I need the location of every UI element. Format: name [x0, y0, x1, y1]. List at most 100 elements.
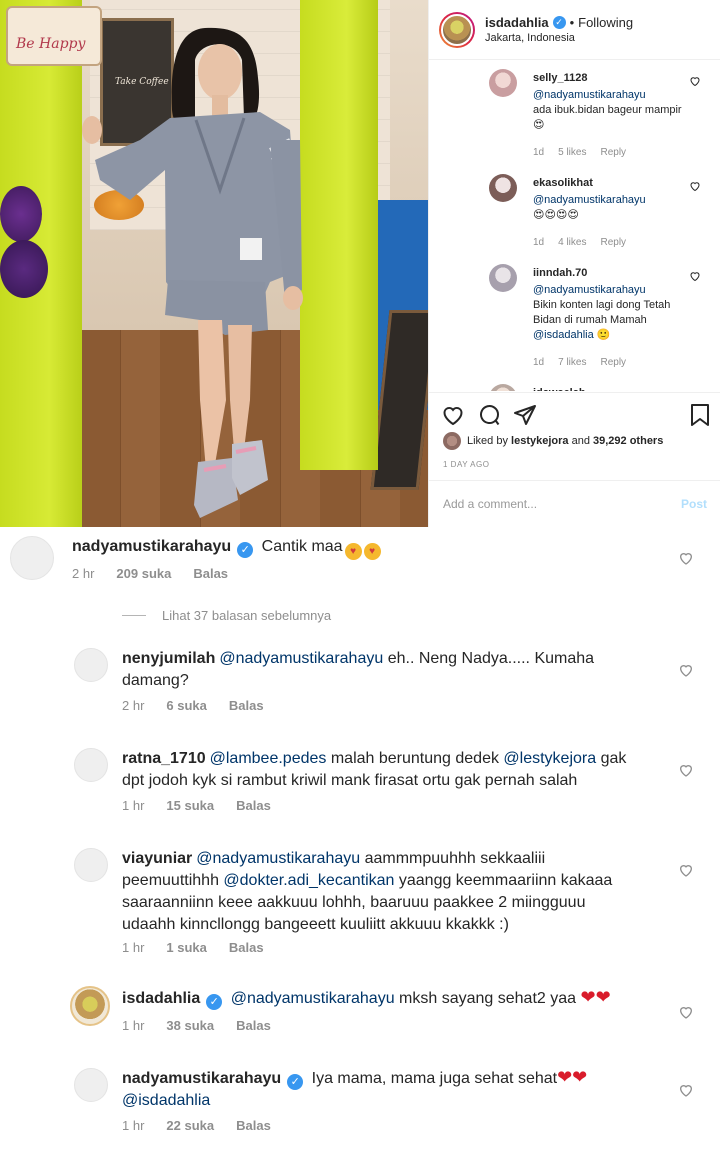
heart-icon[interactable] — [678, 550, 694, 566]
mention-link[interactable]: @nadyamustikarahayu — [533, 194, 646, 206]
comment-time[interactable]: 1d — [533, 145, 544, 160]
view-previous-replies-link[interactable]: Lihat 37 balasan sebelumnya — [122, 608, 331, 623]
comment-meta: 1 hr 15 suka Balas — [122, 798, 293, 813]
commenter-username[interactable]: idawaelah — [533, 386, 691, 391]
verified-icon: ✓ — [287, 1074, 304, 1090]
comment-text: mksh sayang sehat2 yaa — [394, 990, 581, 1007]
comment-time[interactable]: 1d — [533, 355, 544, 370]
author-avatar[interactable] — [439, 11, 475, 48]
mention-link[interactable]: @nadyamustikarahayu — [533, 284, 646, 296]
reply-button[interactable]: Balas — [229, 698, 264, 713]
comment-time[interactable]: 1 hr — [122, 940, 144, 955]
reply-button[interactable]: Balas — [193, 566, 228, 581]
heart-icon[interactable] — [689, 270, 701, 282]
heart-icon[interactable] — [689, 180, 701, 192]
bookmark-icon[interactable] — [689, 403, 711, 427]
reply-button[interactable]: Reply — [600, 145, 626, 160]
comment-likes[interactable]: 209 suka — [116, 566, 171, 581]
liked-by-count[interactable]: 39,292 others — [593, 435, 663, 447]
commenter-avatar[interactable] — [74, 848, 108, 882]
mention-link[interactable]: @nadyamustikarahayu — [219, 650, 383, 667]
comment-likes[interactable]: 38 suka — [166, 1018, 214, 1033]
liker-avatar[interactable] — [443, 432, 461, 450]
commenter-avatar[interactable] — [489, 264, 517, 292]
reply-button[interactable]: Balas — [236, 1118, 271, 1133]
comment-time[interactable]: 2 hr — [72, 566, 94, 581]
commenter-avatar[interactable] — [74, 1068, 108, 1102]
comment-likes[interactable]: 4 likes — [558, 235, 586, 250]
comment-likes[interactable]: 7 likes — [558, 355, 586, 370]
commenter-username[interactable]: nenyjumilah — [122, 650, 215, 667]
mention-link[interactable]: @lambee.pedes — [210, 750, 327, 767]
mention-link[interactable]: @nadyamustikarahayu — [231, 990, 395, 1007]
following-button[interactable]: Following — [578, 15, 633, 30]
comment-likes[interactable]: 5 likes — [558, 145, 586, 160]
comment-likes[interactable]: 1 suka — [166, 940, 206, 955]
reply-button[interactable]: Reply — [600, 235, 626, 250]
reply-button[interactable]: Balas — [229, 940, 264, 955]
side-comment: selly_1128 @nadyamustikarahayu ada ibuk.… — [429, 61, 720, 160]
post-comment-button[interactable]: Post — [681, 497, 707, 511]
mention-link[interactable]: @isdadahlia — [533, 329, 594, 341]
commenter-username[interactable]: selly_1128 — [533, 71, 691, 86]
mention-link[interactable]: @nadyamustikarahayu — [533, 89, 646, 101]
thread-reply: viayuniar @nadyamustikarahayu aammmpuuhhh… — [0, 846, 720, 966]
like-heart-icon[interactable] — [441, 403, 465, 427]
commenter-avatar[interactable] — [489, 69, 517, 97]
comment-text: 😍😍😍😍 — [533, 209, 579, 221]
commenter-avatar[interactable] — [10, 536, 54, 580]
mention-link[interactable]: @dokter.adi_kecantikan — [223, 872, 394, 889]
commenter-username[interactable]: iinndah.70 — [533, 266, 691, 281]
comment-text: Bikin konten lagi dong Tetah Bidan di ru… — [533, 299, 671, 326]
commenter-username[interactable]: ekasolikhat — [533, 176, 691, 191]
comment-time[interactable]: 1 hr — [122, 1118, 144, 1133]
comment-likes[interactable]: 22 suka — [166, 1118, 214, 1133]
commenter-username[interactable]: nadyamustikarahayu — [122, 1070, 281, 1087]
commenter-username[interactable]: viayuniar — [122, 850, 192, 867]
author-username[interactable]: isdadahlia — [485, 15, 549, 30]
commenter-avatar[interactable] — [74, 748, 108, 782]
heart-icon[interactable] — [678, 1004, 694, 1020]
commenter-username[interactable]: isdadahlia — [122, 990, 200, 1007]
heart-icon[interactable] — [678, 862, 694, 878]
side-comment: iinndah.70 @nadyamustikarahayu Bikin kon… — [429, 250, 720, 370]
heart-eyes-emoji-icon: ♥ — [363, 543, 381, 560]
comment-time[interactable]: 1 hr — [122, 1018, 144, 1033]
photo-woman-figure — [82, 27, 303, 518]
view-replies-label[interactable]: Lihat 37 balasan sebelumnya — [162, 608, 331, 623]
commenter-username[interactable]: nadyamustikarahayu — [72, 538, 231, 555]
heart-icon[interactable] — [678, 1082, 694, 1098]
mention-link[interactable]: @nadyamustikarahayu — [196, 850, 360, 867]
commenter-avatar[interactable] — [74, 648, 108, 682]
comment-time[interactable]: 1d — [533, 235, 544, 250]
heart-icon[interactable] — [678, 662, 694, 678]
mention-link[interactable]: @isdadahlia — [122, 1092, 210, 1109]
post-photo[interactable]: Take Coffee Be Happy — [0, 0, 428, 527]
post-location[interactable]: Jakarta, Indonesia — [485, 32, 633, 44]
comment-text: malah beruntung dedek — [326, 750, 504, 767]
comment-time[interactable]: 2 hr — [122, 698, 144, 713]
comments-scroll-area[interactable]: selly_1128 @nadyamustikarahayu ada ibuk.… — [429, 61, 720, 391]
reply-button[interactable]: Balas — [236, 1018, 271, 1033]
heart-icon[interactable] — [689, 390, 701, 391]
commenter-username[interactable]: ratna_1710 — [122, 750, 206, 767]
comment-body: ratna_1710 @lambee.pedes malah beruntung … — [122, 748, 682, 792]
add-comment-bar: Post — [429, 480, 720, 527]
liked-by-user[interactable]: lestykejora — [511, 435, 568, 447]
comment-time[interactable]: 1 hr — [122, 798, 144, 813]
mention-link[interactable]: @lestykejora — [503, 750, 596, 767]
share-icon[interactable] — [513, 403, 537, 427]
comment-icon[interactable] — [477, 403, 501, 427]
reply-button[interactable]: Reply — [600, 355, 626, 370]
comment-likes[interactable]: 6 suka — [166, 698, 206, 713]
comment-text: eh.. Neng Nadya..... Kumaha — [383, 650, 595, 667]
comment-likes[interactable]: 15 suka — [166, 798, 214, 813]
commenter-avatar[interactable] — [489, 384, 517, 391]
heart-icon[interactable] — [678, 762, 694, 778]
comment-input[interactable] — [443, 497, 643, 511]
commenter-avatar[interactable] — [489, 174, 517, 202]
post-timestamp[interactable]: 1 DAY AGO — [443, 460, 489, 469]
heart-icon[interactable] — [689, 75, 701, 87]
commenter-avatar[interactable] — [70, 986, 110, 1026]
reply-button[interactable]: Balas — [236, 798, 271, 813]
